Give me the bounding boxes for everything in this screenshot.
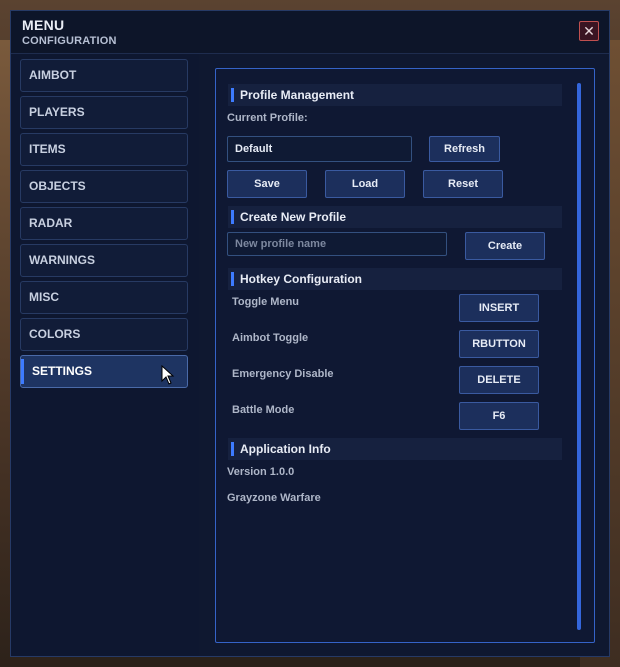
sidebar-item-items[interactable]: ITEMS — [20, 133, 188, 166]
close-button[interactable]: ✕ — [579, 21, 599, 41]
sidebar-item-label: WARNINGS — [29, 253, 95, 267]
sidebar-item-label: SETTINGS — [32, 364, 93, 378]
window-title: MENU — [22, 17, 65, 33]
section-header-app-info: Application Info — [228, 438, 562, 460]
sidebar-item-settings[interactable]: SETTINGS — [20, 355, 188, 388]
save-button[interactable]: Save — [227, 170, 307, 198]
sidebar-item-misc[interactable]: MISC — [20, 281, 188, 314]
settings-panel: Profile Management Current Profile: Refr… — [215, 68, 595, 643]
sidebar-item-label: COLORS — [29, 327, 81, 341]
section-header-hotkeys: Hotkey Configuration — [228, 268, 562, 290]
hotkey-toggle-menu-button[interactable]: INSERT — [459, 294, 539, 322]
close-icon: ✕ — [583, 23, 595, 39]
hotkey-label: Emergency Disable — [232, 368, 334, 380]
current-profile-field[interactable] — [227, 136, 412, 162]
sidebar-item-objects[interactable]: OBJECTS — [20, 170, 188, 203]
sidebar-item-label: ITEMS — [29, 142, 66, 156]
sidebar-item-warnings[interactable]: WARNINGS — [20, 244, 188, 277]
scrollbar[interactable] — [577, 83, 581, 630]
sidebar-item-radar[interactable]: RADAR — [20, 207, 188, 240]
new-profile-name-input[interactable] — [227, 232, 447, 256]
hotkey-label: Toggle Menu — [232, 296, 300, 308]
sidebar-item-colors[interactable]: COLORS — [20, 318, 188, 351]
hotkey-emergency-disable-button[interactable]: DELETE — [459, 366, 539, 394]
section-header-profile: Profile Management — [228, 84, 562, 106]
mouse-cursor-icon — [161, 365, 175, 385]
hotkey-label: Aimbot Toggle — [232, 332, 309, 344]
sidebar: AIMBOT PLAYERS ITEMS OBJECTS RADAR WARNI… — [11, 54, 199, 656]
sidebar-item-label: PLAYERS — [29, 105, 85, 119]
sidebar-item-players[interactable]: PLAYERS — [20, 96, 188, 129]
sidebar-item-label: OBJECTS — [29, 179, 86, 193]
sidebar-item-label: MISC — [29, 290, 59, 304]
game-name-text: Grayzone Warfare — [227, 492, 321, 504]
title-bar: MENU CONFIGURATION ✕ — [11, 11, 609, 54]
refresh-button[interactable]: Refresh — [429, 136, 500, 162]
sidebar-item-label: RADAR — [29, 216, 73, 230]
window-subtitle: CONFIGURATION — [22, 35, 117, 47]
hotkey-label: Battle Mode — [232, 404, 295, 416]
sidebar-item-label: AIMBOT — [29, 68, 77, 82]
hotkey-battle-mode-button[interactable]: F6 — [459, 402, 539, 430]
version-text: Version 1.0.0 — [227, 466, 295, 478]
section-header-create: Create New Profile — [228, 206, 562, 228]
load-button[interactable]: Load — [325, 170, 405, 198]
menu-window: MENU CONFIGURATION ✕ AIMBOT PLAYERS ITEM… — [10, 10, 610, 657]
current-profile-label: Current Profile: — [227, 112, 308, 124]
create-button[interactable]: Create — [465, 232, 545, 260]
reset-button[interactable]: Reset — [423, 170, 503, 198]
hotkey-aimbot-toggle-button[interactable]: RBUTTON — [459, 330, 539, 358]
sidebar-item-aimbot[interactable]: AIMBOT — [20, 59, 188, 92]
